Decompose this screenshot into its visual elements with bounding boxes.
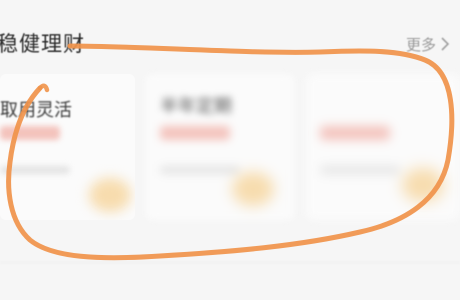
product-rate — [320, 126, 390, 140]
chevron-right-icon — [441, 37, 450, 51]
more-link[interactable]: 更多 — [406, 34, 450, 54]
product-cards: 取用灵活 半年定期 — [0, 74, 460, 224]
product-card-title: 半年定期 — [160, 96, 232, 117]
section-header: 稳健理财 更多 — [0, 24, 460, 64]
product-rate — [0, 126, 60, 140]
product-card[interactable]: 半年定期 — [146, 74, 294, 220]
product-rate — [160, 126, 230, 140]
product-illustration — [402, 168, 444, 202]
divider — [0, 262, 460, 263]
product-card[interactable] — [306, 74, 460, 220]
product-card-title: 取用灵活 — [0, 100, 72, 121]
more-label: 更多 — [405, 35, 436, 54]
product-card[interactable]: 取用灵活 — [0, 74, 135, 220]
product-description — [320, 166, 400, 174]
product-description — [160, 166, 240, 174]
section-title: 稳健理财 — [0, 32, 85, 56]
app-screen: 稳健理财 更多 取用灵活 半年定期 — [0, 0, 460, 300]
product-illustration — [89, 178, 131, 212]
product-illustration — [232, 172, 274, 206]
product-description — [0, 166, 70, 174]
